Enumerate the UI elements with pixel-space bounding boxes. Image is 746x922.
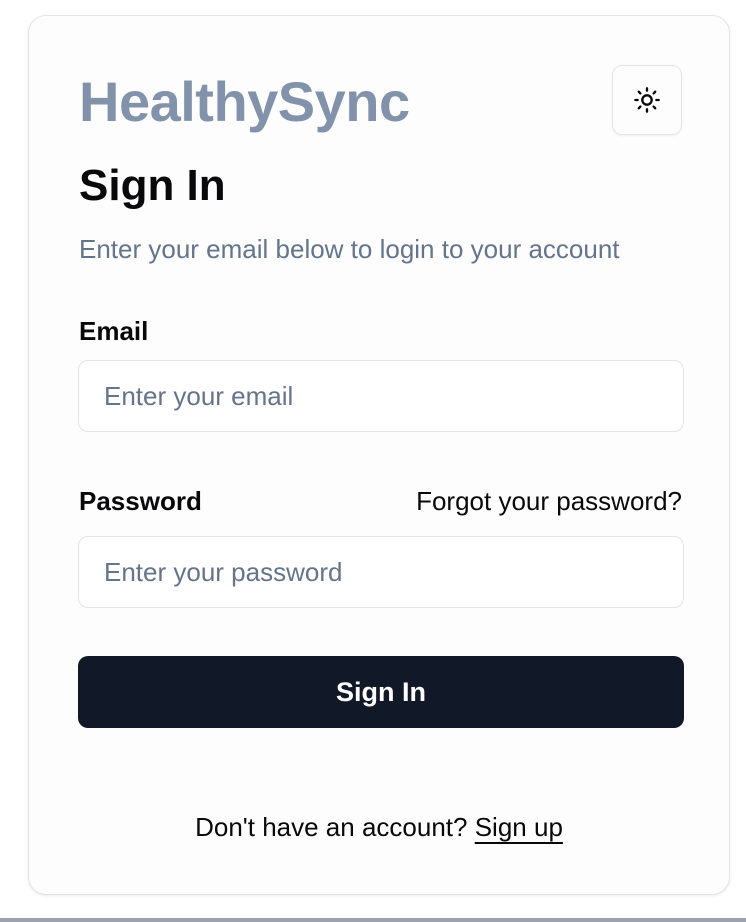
password-label: Password (79, 486, 202, 516)
email-input[interactable] (78, 360, 684, 432)
brand-logo: HealthySync (79, 70, 410, 133)
signup-prompt: Don't have an account? Sign up (29, 812, 729, 843)
window-bottom-edge (0, 918, 746, 922)
email-label: Email (79, 316, 149, 346)
sun-icon (634, 87, 660, 113)
page-subtitle: Enter your email below to login to your … (79, 234, 620, 264)
forgot-password-link[interactable]: Forgot your password? (416, 486, 682, 517)
sign-in-card: HealthySync Sign In Enter your email bel… (28, 15, 730, 895)
signup-prompt-text: Don't have an account? (195, 812, 468, 842)
sign-up-link[interactable]: Sign up (475, 812, 563, 842)
page-title: Sign In (79, 161, 226, 210)
theme-toggle-button[interactable] (612, 65, 682, 135)
sign-in-button[interactable]: Sign In (78, 656, 684, 728)
password-input[interactable] (78, 536, 684, 608)
